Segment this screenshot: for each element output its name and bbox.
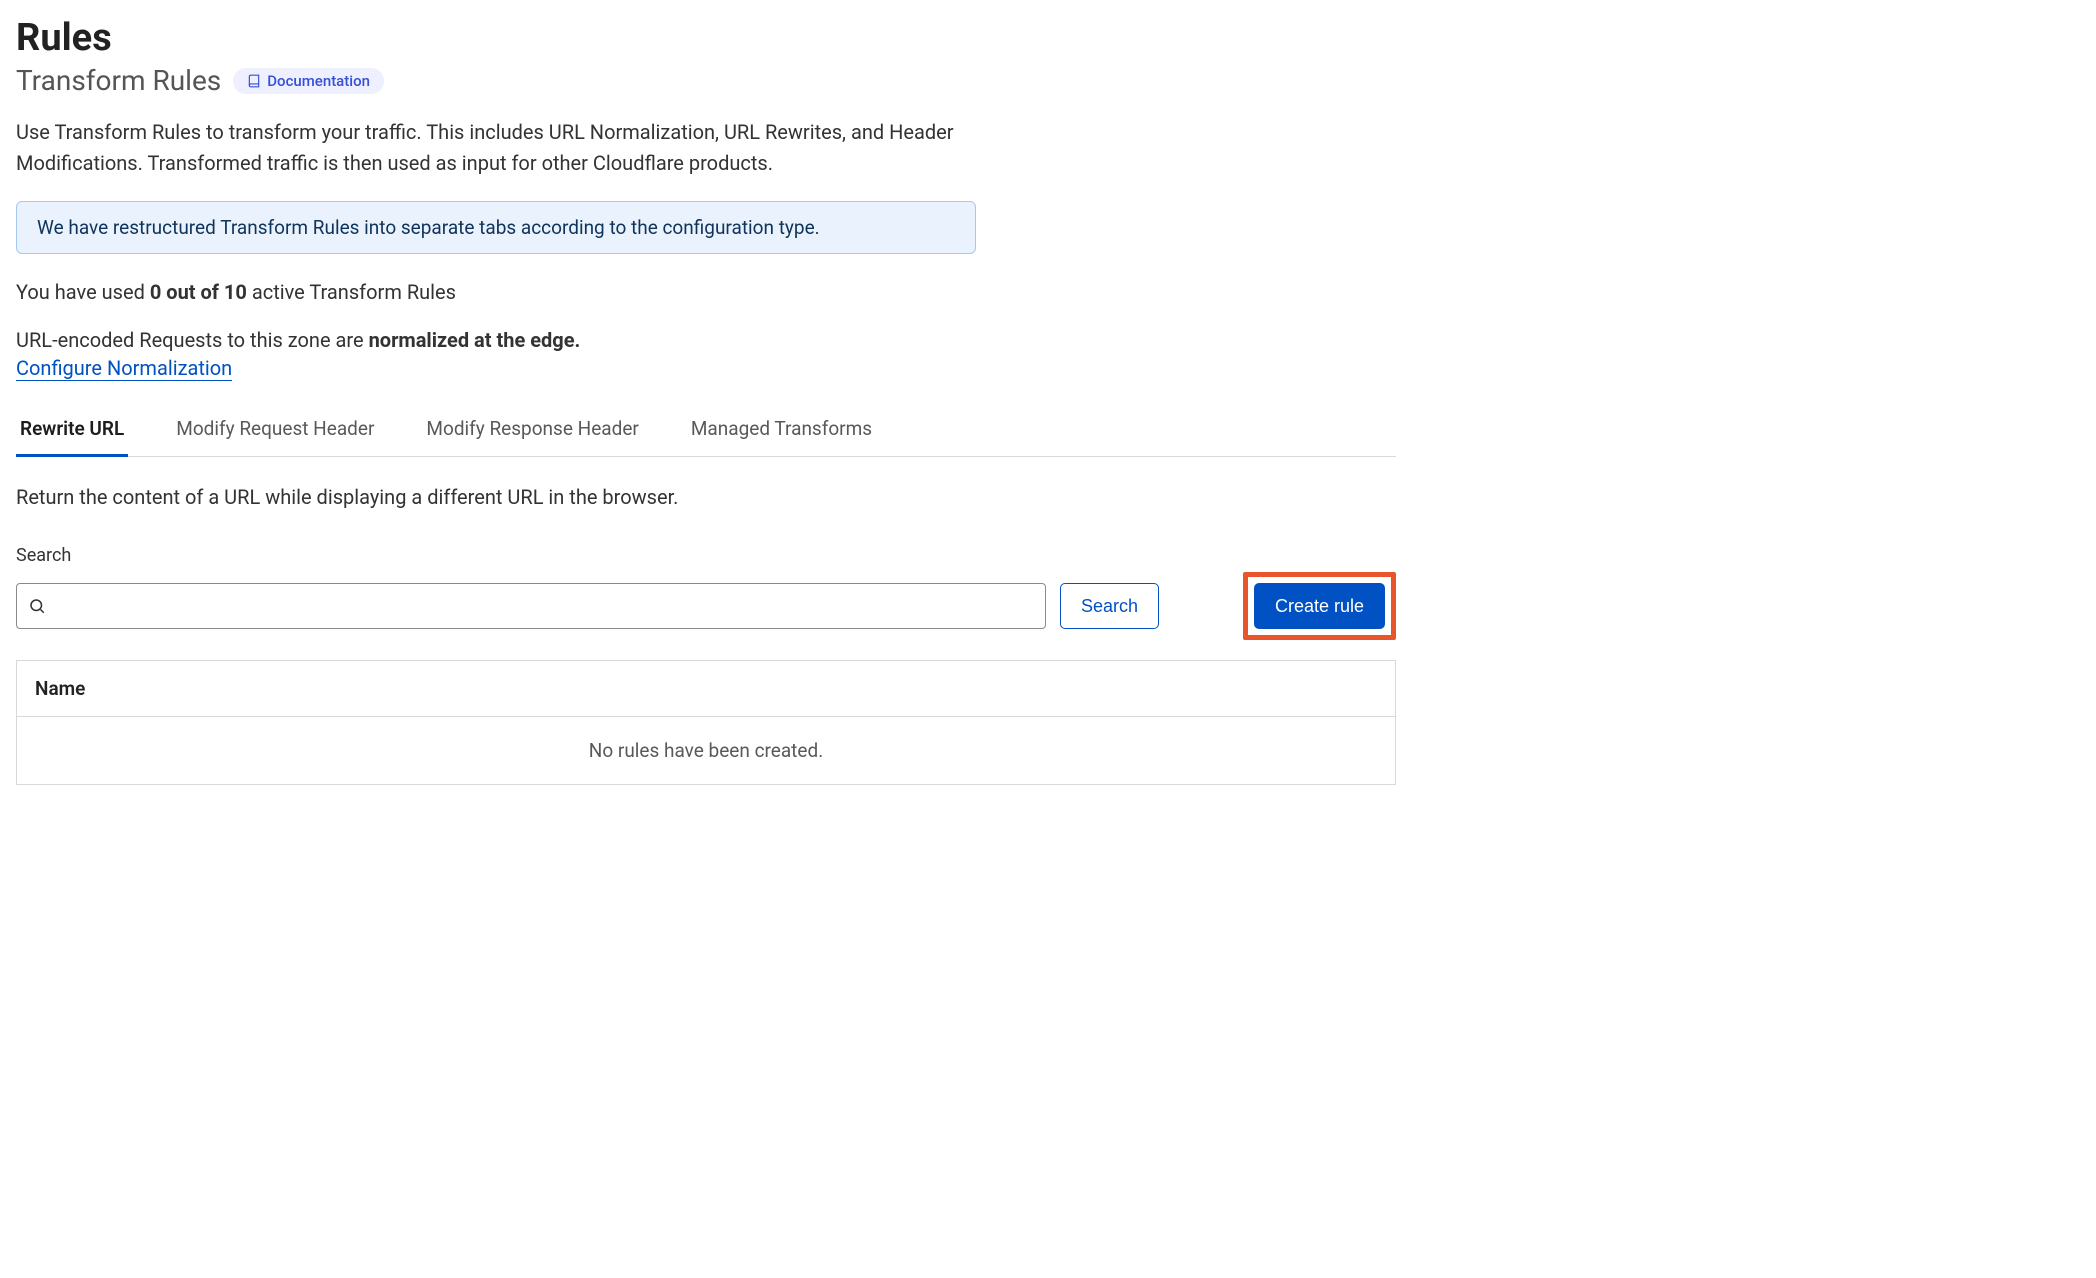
search-input-wrap [16,583,1046,629]
usage-text: You have used 0 out of 10 active Transfo… [16,280,1396,304]
documentation-badge[interactable]: Documentation [233,68,384,94]
create-rule-button[interactable]: Create rule [1254,583,1385,629]
tab-modify-response-header[interactable]: Modify Response Header [422,407,642,457]
search-button[interactable]: Search [1060,583,1159,629]
tab-managed-transforms[interactable]: Managed Transforms [687,407,876,457]
info-banner: We have restructured Transform Rules int… [16,201,976,254]
usage-count: 0 out of 10 [150,280,247,304]
search-input[interactable] [16,583,1046,629]
search-icon [28,597,46,615]
configure-normalization-link[interactable]: Configure Normalization [16,356,232,381]
page-title: Rules [16,16,1396,60]
table-header-row: Name [17,661,1396,717]
page-description: Use Transform Rules to transform your tr… [16,117,976,179]
create-rule-highlight: Create rule [1243,572,1396,640]
table-empty-row: No rules have been created. [17,717,1396,785]
search-label: Search [16,545,1396,566]
book-icon [247,74,261,88]
usage-suffix: active Transform Rules [247,280,456,304]
table-empty-message: No rules have been created. [17,717,1396,785]
normalization-status: normalized at the edge. [369,328,581,352]
subtitle-row: Transform Rules Documentation [16,64,1396,97]
tab-modify-request-header[interactable]: Modify Request Header [172,407,378,457]
rules-table: Name No rules have been created. [16,660,1396,785]
table-header-name: Name [17,661,1396,717]
search-row: Search Create rule [16,572,1396,640]
normalization-block: URL-encoded Requests to this zone are no… [16,328,976,381]
usage-prefix: You have used [16,280,150,304]
tab-description: Return the content of a URL while displa… [16,485,1396,509]
tab-rewrite-url[interactable]: Rewrite URL [16,407,128,457]
normalization-prefix: URL-encoded Requests to this zone are [16,328,369,352]
page-subtitle: Transform Rules [16,64,221,97]
documentation-label: Documentation [267,72,370,90]
tabs: Rewrite URL Modify Request Header Modify… [16,407,1396,457]
